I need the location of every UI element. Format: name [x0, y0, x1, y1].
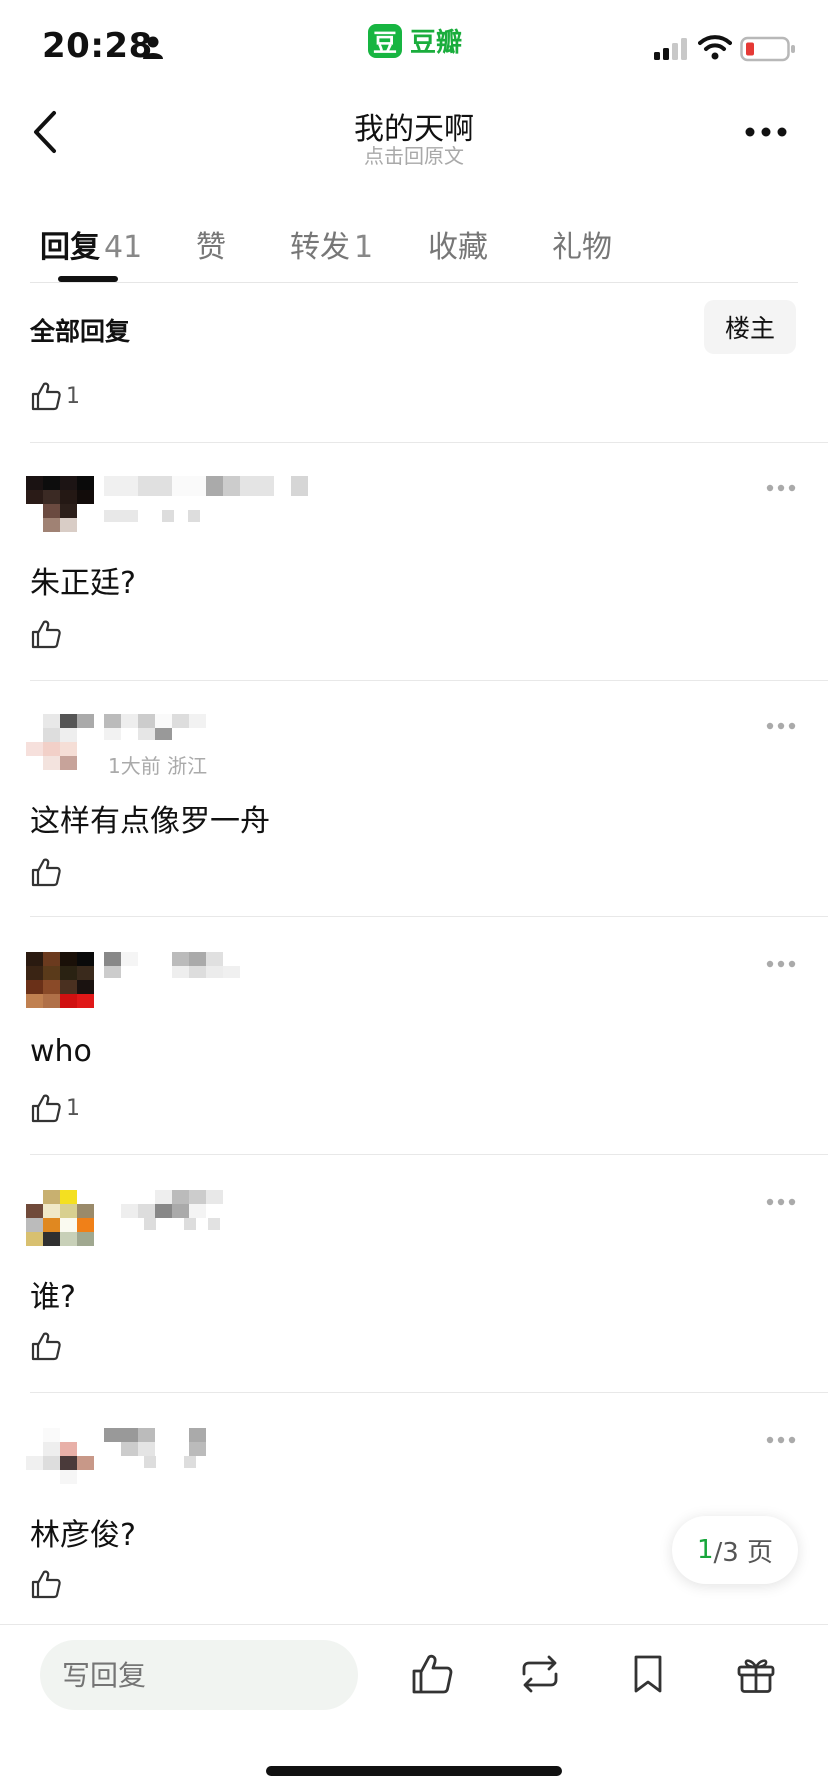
tab-label: 赞	[196, 230, 226, 265]
repost-icon[interactable]	[518, 1652, 562, 1696]
app-name: 豆瓣	[410, 28, 463, 58]
tab-label: 回复	[40, 230, 100, 265]
total-pages: /3 页	[713, 1537, 774, 1568]
home-indicator[interactable]	[266, 1766, 562, 1776]
comment-meta: 1大前 浙江	[108, 754, 208, 778]
tab-count: 41	[104, 230, 143, 265]
avatar[interactable]	[26, 714, 94, 770]
tab-reposts[interactable]: 转发 1	[290, 222, 373, 266]
divider	[30, 1154, 828, 1155]
battery-low-icon	[740, 36, 795, 62]
avatar[interactable]	[26, 1428, 94, 1484]
avatar[interactable]	[26, 1190, 94, 1246]
comment-more-icon[interactable]	[766, 721, 796, 731]
comment-text: 朱正廷?	[30, 566, 136, 601]
comment-more-icon[interactable]	[766, 959, 796, 969]
comment-more-icon[interactable]	[766, 1197, 796, 1207]
tab-gifts[interactable]: 礼物	[552, 222, 612, 266]
avatar[interactable]	[26, 952, 94, 1008]
divider	[30, 916, 828, 917]
username-pixelated[interactable]	[104, 952, 240, 978]
thumbs-up-icon[interactable]	[30, 1092, 62, 1124]
tab-label: 转发	[290, 230, 350, 265]
tab-collections[interactable]: 收藏	[428, 222, 488, 266]
thumbs-up-icon[interactable]	[30, 618, 62, 650]
more-options-icon[interactable]	[744, 126, 788, 138]
op-only-button[interactable]: 楼主	[704, 300, 796, 354]
gift-icon[interactable]	[734, 1652, 778, 1696]
tab-count: 1	[354, 230, 374, 265]
comment-more-icon[interactable]	[766, 1435, 796, 1445]
cellular-signal-icon	[654, 38, 687, 60]
current-page: 1	[696, 1535, 714, 1565]
username-pixelated[interactable]	[104, 476, 308, 522]
tab-replies[interactable]: 回复 41	[40, 222, 142, 266]
like-count: 1	[66, 384, 80, 409]
thumbs-up-icon[interactable]	[30, 856, 62, 888]
reply-input[interactable]	[40, 1640, 358, 1710]
tab-likes[interactable]: 赞	[196, 222, 226, 266]
username-pixelated[interactable]	[104, 1190, 257, 1230]
douban-logo-icon: 豆	[368, 23, 402, 58]
divider	[30, 442, 828, 443]
divider	[30, 680, 828, 681]
avatar[interactable]	[26, 476, 94, 532]
divider	[30, 282, 798, 283]
comment-text: 林彦俊?	[30, 1518, 136, 1553]
comment-text: who	[30, 1034, 92, 1069]
tab-label: 收藏	[428, 230, 488, 265]
view-original-link[interactable]: 点击回原文	[0, 140, 828, 169]
bookmark-icon[interactable]	[626, 1652, 670, 1696]
username-pixelated[interactable]	[104, 714, 206, 740]
thumbs-up-icon[interactable]	[30, 1330, 62, 1362]
divider	[0, 1624, 828, 1625]
comment-more-icon[interactable]	[766, 483, 796, 493]
comment-text: 谁?	[30, 1280, 76, 1315]
comment-text: 这样有点像罗一舟	[30, 804, 270, 839]
page-indicator[interactable]: 1/3 页	[672, 1516, 798, 1584]
thumbs-up-icon[interactable]	[30, 380, 62, 412]
username-pixelated[interactable]	[104, 1428, 206, 1468]
app-badge: 豆 豆瓣	[368, 22, 462, 59]
like-count: 1	[66, 1096, 80, 1121]
tab-label: 礼物	[552, 230, 612, 265]
like-icon[interactable]	[410, 1652, 454, 1696]
thumbs-up-icon[interactable]	[30, 1568, 62, 1600]
divider	[30, 1392, 828, 1393]
wifi-icon	[698, 35, 732, 60]
status-time: 20:28	[42, 26, 153, 66]
person-icon	[143, 36, 163, 59]
all-replies-label: 全部回复	[30, 317, 131, 346]
